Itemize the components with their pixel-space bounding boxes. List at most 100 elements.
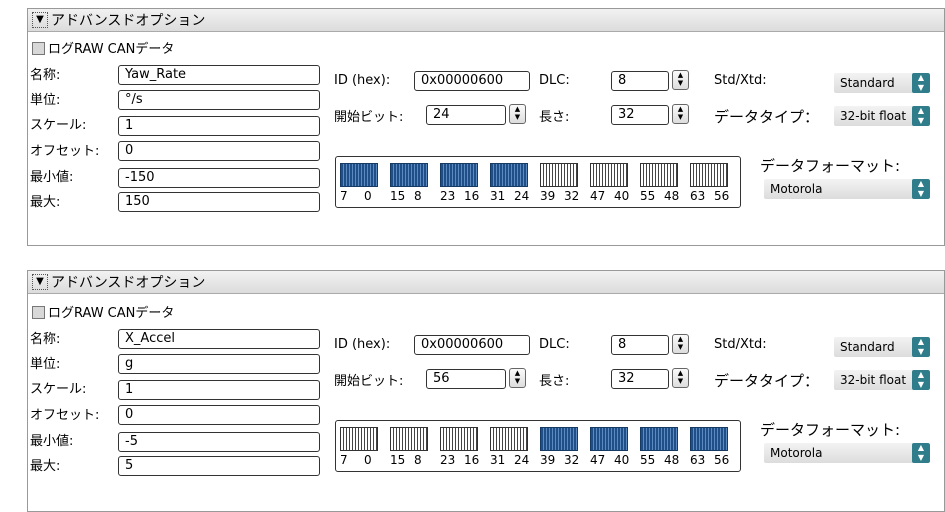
log-raw-checkbox[interactable] <box>32 42 45 55</box>
bit-low-label: 40 <box>614 453 630 467</box>
select-arrows-icon: ▲ ▼ <box>912 370 930 390</box>
startbit-spinner[interactable]: ▲ ▼ <box>509 104 526 124</box>
bit-high-label: 47 <box>590 189 606 203</box>
stdxtd-value: Standard <box>840 340 895 354</box>
stdxtd-label: Std/Xtd: <box>714 337 767 352</box>
max-label: 最大: <box>30 459 61 474</box>
dlc-spinner[interactable]: ▲ ▼ <box>672 334 689 354</box>
log-raw-checkbox[interactable] <box>32 306 45 319</box>
byte-0-cell[interactable] <box>340 163 378 187</box>
scale-input[interactable]: 1 <box>118 116 320 136</box>
startbit-input[interactable]: 56 <box>426 369 506 389</box>
bit-low-label: 32 <box>564 453 580 467</box>
format-select[interactable]: Motorola ▲ ▼ <box>764 179 930 199</box>
datatype-label: データタイプ： <box>714 108 820 126</box>
startbit-input[interactable]: 24 <box>426 105 506 125</box>
byte-7-cell[interactable] <box>690 163 728 187</box>
select-arrows-icon: ▲ ▼ <box>912 337 930 357</box>
startbit-label: 開始ビット: <box>334 110 404 125</box>
unit-label: 単位: <box>30 357 61 372</box>
stdxtd-value: Standard <box>840 76 895 90</box>
byte-5-cell[interactable] <box>590 163 628 187</box>
dlc-input[interactable]: 8 <box>611 335 669 355</box>
startbit-spinner[interactable]: ▲ ▼ <box>509 368 526 388</box>
bit-high-label: 15 <box>390 453 406 467</box>
bit-low-label: 16 <box>464 189 480 203</box>
collapse-triangle-icon[interactable]: ▼ <box>32 12 48 28</box>
bit-high-label: 23 <box>440 189 456 203</box>
dlc-spinner[interactable]: ▲ ▼ <box>672 70 689 90</box>
max-input[interactable]: 150 <box>118 192 320 212</box>
datatype-value: 32-bit float <box>840 109 907 123</box>
stdxtd-select[interactable]: Standard ▲ ▼ <box>834 73 930 93</box>
byte-0-cell[interactable] <box>340 427 378 451</box>
offset-input[interactable]: 0 <box>118 405 320 425</box>
scale-label: スケール: <box>30 382 87 397</box>
min-label: 最小値: <box>30 434 74 449</box>
format-label: データフォーマット: <box>760 421 901 439</box>
byte-4-cell[interactable] <box>540 427 578 451</box>
startbit-label: 開始ビット: <box>334 374 404 389</box>
byte-bitmap: 7 0 15 8 23 16 31 24 39 32 47 40 55 48 63 56 <box>335 156 741 208</box>
bit-high-label: 23 <box>440 453 456 467</box>
select-arrows-icon: ▲ ▼ <box>912 443 930 463</box>
datatype-select[interactable]: 32-bit float ▲ ▼ <box>834 370 930 390</box>
byte-5-cell[interactable] <box>590 427 628 451</box>
byte-2-cell[interactable] <box>440 163 478 187</box>
byte-2-cell[interactable] <box>440 427 478 451</box>
byte-3-cell[interactable] <box>490 427 528 451</box>
offset-label: オフセット: <box>30 408 100 423</box>
byte-7-cell[interactable] <box>690 427 728 451</box>
select-arrows-icon: ▲ ▼ <box>912 106 930 126</box>
id-input[interactable]: 0x00000600 <box>414 71 530 91</box>
bit-low-label: 16 <box>464 453 480 467</box>
byte-1-cell[interactable] <box>390 163 428 187</box>
bit-high-label: 39 <box>540 189 556 203</box>
name-input[interactable]: X_Accel <box>118 329 320 349</box>
scale-input[interactable]: 1 <box>118 380 320 400</box>
byte-6-cell[interactable] <box>640 427 678 451</box>
bit-low-label: 40 <box>614 189 630 203</box>
log-raw-label: ログRAW CANデータ <box>48 42 175 57</box>
byte-6-cell[interactable] <box>640 163 678 187</box>
stdxtd-label: Std/Xtd: <box>714 73 767 88</box>
unit-input[interactable]: °/s <box>118 90 320 110</box>
offset-input[interactable]: 0 <box>118 141 320 161</box>
length-spinner[interactable]: ▲ ▼ <box>672 368 689 388</box>
bit-high-label: 7 <box>340 453 348 467</box>
datatype-select[interactable]: 32-bit float ▲ ▼ <box>834 106 930 126</box>
byte-3-cell[interactable] <box>490 163 528 187</box>
max-input[interactable]: 5 <box>118 456 320 476</box>
panel-header[interactable]: ▼ アドバンスドオプション <box>28 271 944 294</box>
advanced-options-panel-2: ▼ アドバンスドオプション ログRAW CANデータ 名称: X_Accel 単… <box>27 270 945 512</box>
dlc-input[interactable]: 8 <box>611 71 669 91</box>
byte-4-cell[interactable] <box>540 163 578 187</box>
length-input[interactable]: 32 <box>611 105 669 125</box>
min-input[interactable]: -5 <box>118 432 320 452</box>
bit-low-label: 0 <box>364 453 372 467</box>
length-label: 長さ: <box>539 374 570 389</box>
panel-header[interactable]: ▼ アドバンスドオプション <box>28 9 944 32</box>
min-input[interactable]: -150 <box>118 168 320 188</box>
stdxtd-select[interactable]: Standard ▲ ▼ <box>834 337 930 357</box>
bit-high-label: 31 <box>490 453 506 467</box>
bit-high-label: 15 <box>390 189 406 203</box>
collapse-triangle-icon[interactable]: ▼ <box>32 274 48 290</box>
datatype-label: データタイプ： <box>714 372 820 390</box>
byte-1-cell[interactable] <box>390 427 428 451</box>
bit-high-label: 63 <box>690 189 706 203</box>
format-select[interactable]: Motorola ▲ ▼ <box>764 443 930 463</box>
name-label: 名称: <box>30 68 61 83</box>
id-input[interactable]: 0x00000600 <box>414 335 530 355</box>
select-arrows-icon: ▲ ▼ <box>912 179 930 199</box>
scale-label: スケール: <box>30 118 87 133</box>
name-input[interactable]: Yaw_Rate <box>118 65 320 85</box>
length-input[interactable]: 32 <box>611 369 669 389</box>
dlc-label: DLC: <box>539 73 570 88</box>
datatype-value: 32-bit float <box>840 373 907 387</box>
length-spinner[interactable]: ▲ ▼ <box>672 104 689 124</box>
bit-high-label: 47 <box>590 453 606 467</box>
min-label: 最小値: <box>30 170 74 185</box>
unit-input[interactable]: g <box>118 354 320 374</box>
bit-low-label: 32 <box>564 189 580 203</box>
